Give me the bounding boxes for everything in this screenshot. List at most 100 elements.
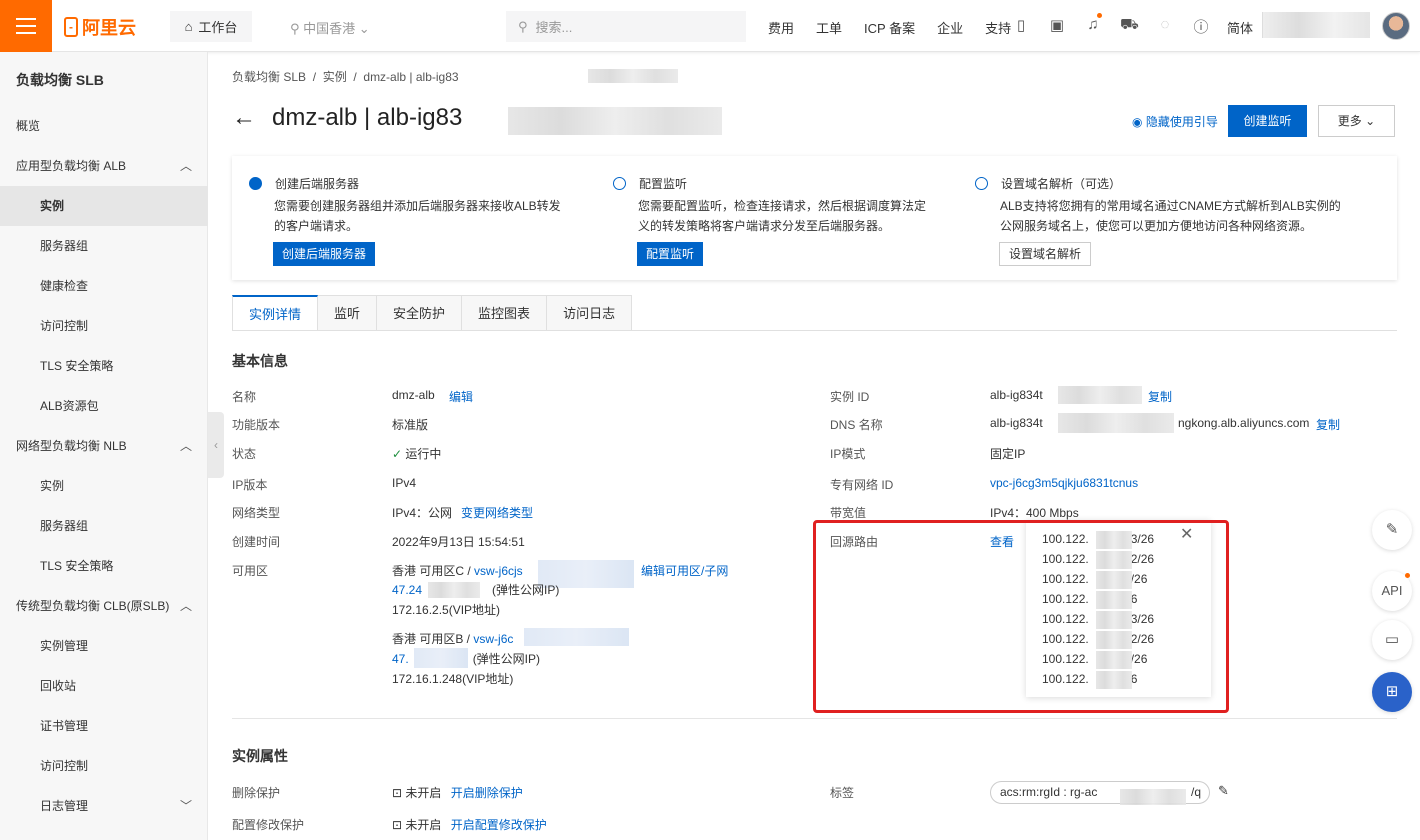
sidebar-item[interactable]: 健康检查: [0, 266, 208, 306]
chevron-up-icon[interactable]: ︿: [180, 426, 192, 466]
hide-guide-link[interactable]: ◉ 隐藏使用引导: [1132, 113, 1218, 130]
sidebar-item[interactable]: 网络型负载均衡 NLB ︿: [0, 426, 208, 466]
step-button[interactable]: 创建后端服务器: [273, 242, 376, 266]
sidebar-item[interactable]: TLS 安全策略: [0, 546, 208, 586]
nav-support[interactable]: 支持: [985, 18, 1011, 37]
breadcrumb-slb[interactable]: 负载均衡 SLB: [232, 70, 306, 84]
enable-modify-protect-link[interactable]: 开启配置修改保护: [451, 818, 547, 832]
view-routes-link[interactable]: 查看: [990, 533, 1014, 550]
route-suffix: 2/26: [1130, 632, 1155, 646]
sidebar-item[interactable]: 传统型负载均衡 CLB(原SLB) ︿: [0, 586, 208, 626]
edit-zone-link[interactable]: 编辑可用区/子网: [641, 562, 728, 579]
cart-icon[interactable]: ⛟: [1120, 16, 1139, 37]
chevron-up-icon[interactable]: ︿: [180, 586, 192, 626]
help-icon[interactable]: ⓘ: [1192, 16, 1210, 37]
tab[interactable]: 安全防护: [377, 295, 463, 331]
close-icon[interactable]: ✕: [1180, 524, 1193, 544]
tag-label: 标签: [830, 786, 855, 800]
sidebar-item[interactable]: 访问控制: [0, 746, 208, 786]
sidebar-item-label: TLS 安全策略: [40, 559, 114, 573]
copy-dns-link[interactable]: 复制: [1316, 416, 1340, 433]
search-icon: ⚲: [518, 18, 528, 34]
hide-guide-label: 隐藏使用引导: [1145, 115, 1218, 129]
sidebar-item[interactable]: 概览: [0, 106, 208, 146]
sidebar-item[interactable]: 访问控制: [0, 306, 208, 346]
route-prefix: 100.122.: [1042, 612, 1089, 626]
language-switch[interactable]: 简体: [1227, 18, 1253, 37]
edit-tag-icon[interactable]: ✎: [1218, 783, 1229, 799]
change-nettype-link[interactable]: 变更网络类型: [461, 504, 533, 521]
sidebar-item[interactable]: 日志管理 ﹀: [0, 786, 208, 826]
app-icon[interactable]: ▯: [1012, 16, 1030, 37]
nav-enterprise[interactable]: 企业: [937, 18, 963, 37]
tab[interactable]: 实例详情: [232, 295, 319, 331]
breadcrumb-instances[interactable]: 实例: [323, 70, 347, 84]
breadcrumb: 负载均衡 SLB / 实例 / dmz-alb | alb-ig83: [232, 70, 459, 84]
apps-grid-icon[interactable]: ⊞: [1372, 672, 1412, 712]
more-dropdown[interactable]: 更多 ⌄: [1318, 105, 1395, 137]
tab[interactable]: 监控图表: [462, 295, 548, 331]
route-prefix: 100.122.: [1042, 532, 1089, 546]
sidebar-item[interactable]: 实例: [0, 186, 208, 226]
feedback-edit-icon[interactable]: ✎: [1372, 510, 1412, 550]
create-listener-button[interactable]: 创建监听: [1228, 105, 1307, 137]
region-selector[interactable]: ⚲ 中国香港 ⌄: [290, 18, 370, 37]
zone1-eip-link[interactable]: 47.24: [392, 583, 422, 597]
bell-icon[interactable]: ♫: [1084, 13, 1102, 37]
routes-popover: ✕ 100.122. 3/26 100.122. 2/26 100.122. /26 100…: [1026, 520, 1211, 697]
zone2-vip: 172.16.1.248(VIP地址): [392, 672, 514, 686]
sidebar-item[interactable]: 回收站: [0, 666, 208, 706]
route-suffix: /26: [1130, 572, 1148, 586]
step-button[interactable]: 配置监听: [637, 242, 704, 266]
aliyun-logo[interactable]: - 阿里云: [64, 14, 136, 40]
nav-tickets[interactable]: 工单: [816, 18, 842, 37]
vpc-link[interactable]: vpc-j6cg3m5qjkju6831tcnus: [990, 476, 1138, 490]
username-redacted[interactable]: [1262, 12, 1370, 38]
enable-delete-protect-link[interactable]: 开启删除保护: [451, 786, 523, 800]
sidebar-item[interactable]: 证书管理: [0, 706, 208, 746]
chevron-down-icon[interactable]: ﹀: [180, 786, 192, 826]
nav-fees[interactable]: 费用: [768, 18, 794, 37]
tab[interactable]: 监听: [318, 295, 378, 331]
sidebar-item-label: 服务器组: [40, 239, 89, 253]
copy-id-link[interactable]: 复制: [1148, 388, 1172, 405]
logo-text: 阿里云: [82, 18, 136, 38]
lightbulb-icon[interactable]: ◌: [1156, 16, 1174, 37]
sidebar-item-label: 传统型负载均衡 CLB(原SLB): [16, 599, 170, 613]
tab[interactable]: 访问日志: [547, 295, 633, 331]
nav-icp[interactable]: ICP 备案: [864, 18, 915, 37]
back-arrow-icon[interactable]: ←: [232, 104, 256, 132]
ipmode-value: 固定IP: [990, 447, 1026, 461]
vpc-label: 专有网络 ID: [830, 478, 894, 492]
chevron-up-icon[interactable]: ︿: [180, 146, 192, 186]
search-input[interactable]: ⚲ 搜索...: [506, 11, 746, 42]
sidebar-item[interactable]: 实例: [0, 466, 208, 506]
name-label: 名称: [232, 390, 257, 404]
terminal-icon[interactable]: ▣: [1048, 16, 1066, 37]
instance-id-value: alb-ig834t: [990, 388, 1043, 402]
hamburger-menu-icon[interactable]: [0, 0, 52, 52]
workbench-label: 工作台: [198, 20, 238, 35]
dns-suffix: ngkong.alb.aliyuncs.com: [1178, 416, 1310, 430]
zone2-eip-link[interactable]: 47.: [392, 652, 409, 666]
step-button[interactable]: 设置域名解析: [999, 242, 1092, 266]
search-placeholder: 搜索...: [535, 20, 573, 35]
sidebar-item[interactable]: 服务器组: [0, 226, 208, 266]
api-button[interactable]: API: [1372, 571, 1412, 611]
sidebar-item[interactable]: ALB资源包: [0, 386, 208, 426]
sidebar-item-label: 日志管理: [40, 799, 89, 813]
sidebar-item[interactable]: 实例管理: [0, 626, 208, 666]
edit-name-link[interactable]: 编辑: [449, 388, 473, 405]
workbench-button[interactable]: ⌂ 工作台: [170, 11, 252, 42]
name-value: dmz-alb: [392, 388, 435, 402]
zone2-eip-suffix: (弹性公网IP): [472, 652, 541, 666]
location-icon: ⚲: [290, 21, 304, 36]
sidebar-item[interactable]: TLS 安全策略: [0, 346, 208, 386]
zone2-vswitch-link[interactable]: vsw-j6c: [473, 632, 513, 646]
delete-protect-label: 删除保护: [232, 786, 281, 800]
sidebar-item[interactable]: 服务器组: [0, 506, 208, 546]
chat-icon[interactable]: ▭: [1372, 620, 1412, 660]
sidebar-item[interactable]: 应用型负载均衡 ALB ︿: [0, 146, 208, 186]
zone1-vswitch-link[interactable]: vsw-j6cjs: [474, 564, 523, 578]
avatar[interactable]: [1382, 12, 1410, 40]
